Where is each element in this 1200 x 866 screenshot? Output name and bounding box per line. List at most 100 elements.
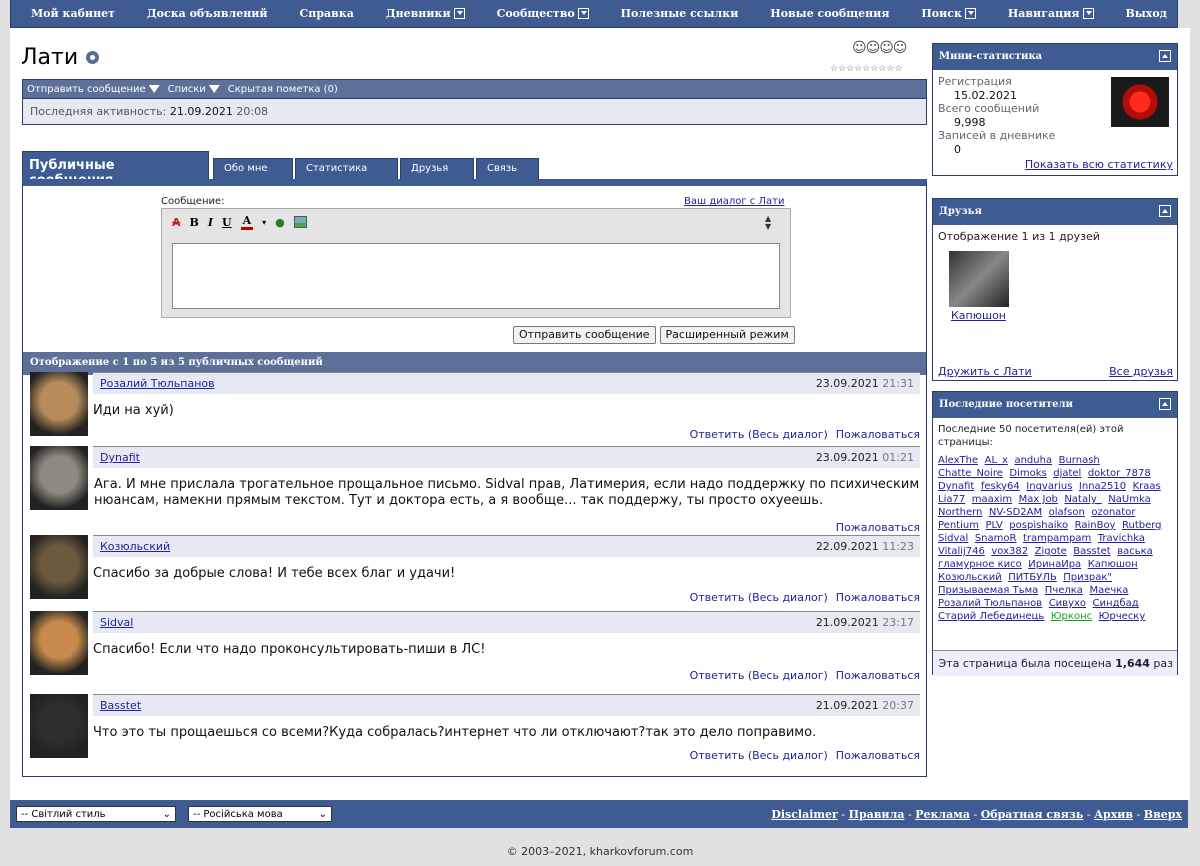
nav-item[interactable]: Доска объявлений [147,7,268,20]
visitor-link[interactable]: Призрак" [1063,572,1112,583]
username-link[interactable]: Basstet [100,699,141,712]
footer-link[interactable]: Архив [1094,808,1133,821]
send-message-button[interactable]: Отправить сообщение [513,326,656,344]
nav-item[interactable]: Навигация [1008,7,1094,20]
footer-link[interactable]: Обратная связь [981,808,1084,821]
collapse-icon[interactable] [1159,398,1171,410]
insert-image-icon[interactable] [293,216,307,228]
reply-link[interactable]: Ответить (Весь диалог) [690,749,828,762]
dialog-link[interactable]: Ваш диалог с Лати [684,196,784,207]
visitor-link[interactable]: Northern [938,507,982,518]
visitor-link[interactable]: Rutberg [1122,520,1162,531]
visitor-link[interactable]: Синдбад [1093,598,1139,609]
hidden-note-link[interactable]: Скрытая пометка (0) [228,84,338,95]
visitor-link[interactable]: Lia77 [938,494,965,505]
visitor-link[interactable]: Zigote [1035,546,1067,557]
send-message-menu[interactable]: Отправить сообщение [27,84,160,95]
footer-link[interactable]: Реклама [915,808,970,821]
style-select[interactable]: -- Світлий стиль ⌄ [16,806,176,822]
lists-menu[interactable]: Списки [168,84,220,95]
footer-link[interactable]: Disclaimer [771,808,838,821]
visitor-link[interactable]: Старий Лебединець [938,611,1044,622]
visitor-link[interactable]: NaUmka [1108,494,1150,505]
underline-button[interactable]: U [222,216,232,229]
resize-editor-icon[interactable]: ▲ ▼ [765,215,771,231]
user-avatar[interactable] [30,446,88,510]
username-link[interactable]: Dynafit [100,451,140,464]
tab-friends[interactable]: Друзья [400,158,474,180]
reply-link[interactable]: Ответить (Весь диалог) [690,591,828,604]
report-link[interactable]: Пожаловаться [836,591,920,604]
username-link[interactable]: Sidval [100,616,133,629]
visitor-link[interactable]: fesky64 [981,481,1020,492]
visitor-link[interactable]: Travichka [1098,533,1145,544]
advanced-mode-button[interactable]: Расширенный режим [659,326,795,344]
visitor-link[interactable]: maaxim [972,494,1012,505]
visitor-link[interactable]: Max Job [1019,494,1058,505]
visitor-link[interactable]: doktor_7878 [1088,468,1151,479]
visitor-link[interactable]: васька [1117,546,1153,557]
visitor-link[interactable]: Dimoks [1009,468,1046,479]
username-link[interactable]: Розалий Тюльпанов [100,377,215,390]
reply-link[interactable]: Ответить (Весь диалог) [690,428,828,441]
color-dropdown-icon[interactable]: ▾ [262,218,266,227]
visitor-link[interactable]: vox382 [991,546,1028,557]
visitor-link[interactable]: Юрческу [1099,611,1146,622]
visitor-link[interactable]: Kraas [1133,481,1161,492]
nav-item[interactable]: Выход [1125,7,1167,20]
footer-link[interactable]: Правила [849,808,905,821]
visitor-link[interactable]: NV-SD2AM [989,507,1042,518]
italic-button[interactable]: I [208,216,213,229]
nav-item[interactable]: Поиск [921,7,976,20]
insert-link-icon[interactable]: ● [275,216,285,229]
visitor-link[interactable]: PLV [985,520,1002,531]
report-link[interactable]: Пожаловаться [836,428,920,441]
username-link[interactable]: Козюльский [100,540,170,553]
footer-link[interactable]: Вверх [1144,808,1182,821]
nav-item[interactable]: Новые сообщения [770,7,889,20]
user-avatar[interactable] [30,611,88,675]
visitor-link[interactable]: AlexThe [938,455,978,466]
friend-link[interactable]: Капюшон [951,309,1006,322]
report-link[interactable]: Пожаловаться [836,669,920,682]
tab-about[interactable]: Обо мне [213,158,293,180]
visitor-link[interactable]: Nataly_ [1064,494,1101,505]
collapse-icon[interactable] [1159,205,1171,217]
visitor-link[interactable]: AL_x [985,455,1008,466]
nav-item[interactable]: Дневники [386,7,465,20]
user-avatar[interactable] [30,535,88,599]
tab-statistics[interactable]: Статистика [295,158,398,180]
friend-avatar[interactable] [949,251,1009,307]
nav-item[interactable]: Полезные ссылки [621,7,739,20]
reply-link[interactable]: Ответить (Весь диалог) [690,669,828,682]
text-color-button[interactable]: A [240,214,254,230]
nav-item[interactable]: Сообщество [497,7,589,20]
message-textarea[interactable] [172,243,780,309]
visitor-link[interactable]: Козюльский [938,572,1002,583]
visitor-link[interactable]: Basstet [1073,546,1110,557]
befriend-link[interactable]: Дружить с Лати [938,365,1032,378]
report-link[interactable]: Пожаловаться [836,749,920,762]
language-select[interactable]: -- Російська мова ⌄ [188,806,332,822]
visitor-link[interactable]: Маечка [1089,585,1128,596]
visitor-link[interactable]: Chatte_Noire [938,468,1003,479]
show-all-stats-link[interactable]: Показать всю статистику [1025,158,1173,171]
visitor-link[interactable]: pospishaiko [1009,520,1068,531]
visitor-link[interactable]: Dynafit [938,481,974,492]
visitor-link[interactable]: ozonator [1091,507,1135,518]
visitor-link[interactable]: RainBoy [1075,520,1116,531]
visitor-link[interactable]: Призываемая Тьма [938,585,1038,596]
nav-item[interactable]: Мой кабинет [31,7,115,20]
visitor-link[interactable]: гламурное кисо [938,559,1022,570]
user-avatar[interactable] [30,372,88,436]
visitor-link[interactable]: Сивухо [1049,598,1086,609]
report-link[interactable]: Пожаловаться [836,521,920,534]
visitor-link[interactable]: Капюшон [1088,559,1138,570]
visitor-link[interactable]: trampampam [1023,533,1091,544]
tab-public-messages[interactable]: Публичные сообщения [22,151,209,188]
visitor-link[interactable]: Розалий Тюльпанов [938,598,1042,609]
visitor-link[interactable]: ИринаИра [1028,559,1081,570]
tab-contact[interactable]: Связь [476,158,539,180]
visitor-link[interactable]: Юрконс [1051,611,1092,622]
visitor-link[interactable]: Sidval [938,533,968,544]
